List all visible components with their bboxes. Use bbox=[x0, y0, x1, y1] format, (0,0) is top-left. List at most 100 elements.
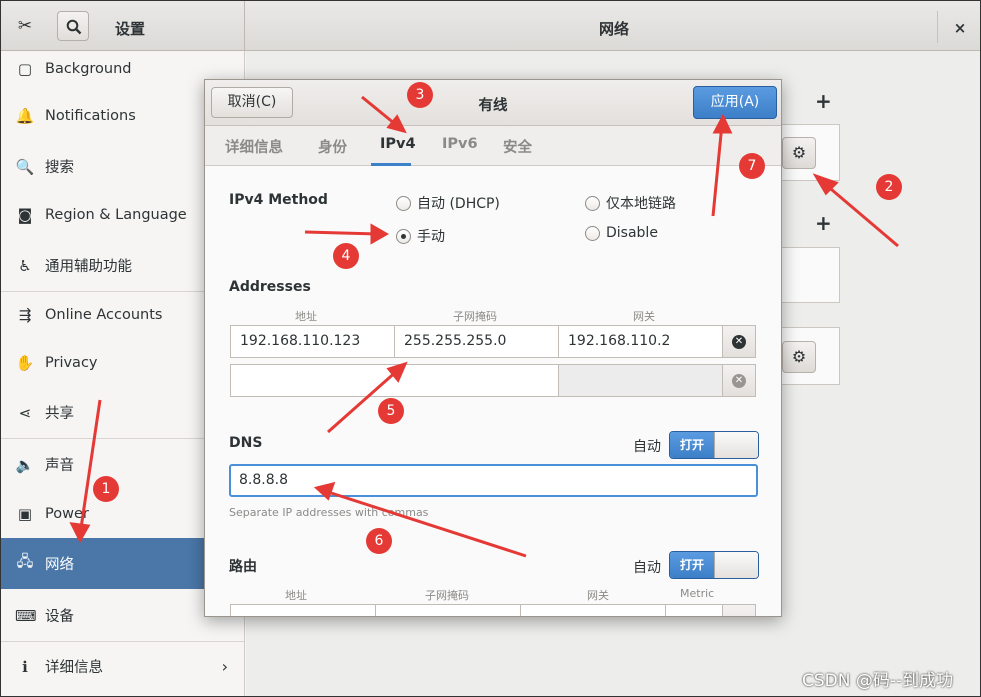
routes-label: 路由 bbox=[229, 559, 257, 575]
method-link-local-label: 仅本地链路 bbox=[606, 196, 676, 212]
column-netmask: 子网掩码 bbox=[453, 310, 497, 323]
wired-settings-dialog: 取消(C) 有线 应用(A) 详细信息 身份 IPv4 IPv6 安全 IPv4… bbox=[204, 79, 782, 617]
radio-dhcp[interactable] bbox=[396, 195, 411, 211]
sidebar-item-label: 网络 bbox=[45, 557, 74, 573]
dns-input[interactable]: 8.8.8.8 bbox=[229, 464, 758, 497]
watermark: CSDN @码--到成功 bbox=[802, 671, 954, 691]
sidebar-item-label: Region & Language bbox=[45, 206, 187, 223]
dns-hint: Separate IP addresses with commas bbox=[229, 506, 429, 519]
cancel-button[interactable]: 取消(C) bbox=[211, 87, 293, 118]
method-link-local[interactable]: 仅本地链路 bbox=[585, 193, 676, 213]
chevron-right-icon: › bbox=[221, 657, 228, 676]
route-column-address: 地址 bbox=[285, 589, 307, 602]
sidebar-item-label: Online Accounts bbox=[45, 306, 163, 323]
address-input[interactable] bbox=[230, 364, 560, 397]
sidebar-item-label: Privacy bbox=[45, 354, 98, 371]
dns-label: DNS bbox=[229, 435, 263, 451]
route-column-netmask: 子网掩码 bbox=[425, 589, 469, 602]
address-input[interactable]: 192.168.110.123 bbox=[230, 325, 395, 358]
route-metric-input[interactable] bbox=[665, 604, 723, 616]
hand-icon: ✋ bbox=[15, 353, 35, 372]
annotation-badge-5: 5 bbox=[378, 398, 404, 424]
ipv4-method-label: IPv4 Method bbox=[229, 192, 328, 208]
switch-on-label: 打开 bbox=[670, 432, 714, 458]
annotation-badge-2: 2 bbox=[876, 174, 902, 200]
method-disable[interactable]: Disable bbox=[585, 225, 658, 241]
sidebar-item-label: 详细信息 bbox=[45, 660, 103, 676]
sidebar-item-label: 搜索 bbox=[45, 160, 74, 176]
sidebar-item-details[interactable]: ℹ 详细信息 › bbox=[1, 642, 244, 691]
dns-auto-switch[interactable]: 打开 bbox=[669, 431, 759, 459]
gateway-input[interactable] bbox=[558, 364, 723, 397]
routes-auto-switch[interactable]: 打开 bbox=[669, 551, 759, 579]
sidebar-item-label: 设备 bbox=[45, 609, 74, 625]
column-address: 地址 bbox=[295, 310, 317, 323]
annotation-badge-7: 7 bbox=[739, 153, 765, 179]
settings-window: ✂ 设置 网络 × ▢ Background 🔔 Notifications 🔍… bbox=[0, 0, 981, 697]
dialog-header: 取消(C) 有线 应用(A) bbox=[205, 80, 781, 126]
delete-icon: ✕ bbox=[732, 374, 746, 388]
active-tab-indicator bbox=[371, 163, 411, 166]
annotation-badge-3: 3 bbox=[407, 82, 433, 108]
method-manual[interactable]: 手动 bbox=[396, 226, 445, 246]
background-icon: ▢ bbox=[17, 59, 33, 78]
share-icon: ⋖ bbox=[18, 403, 32, 422]
search-icon bbox=[66, 19, 82, 35]
annotation-badge-6: 6 bbox=[366, 528, 392, 554]
sidebar-item-label: 声音 bbox=[45, 458, 74, 474]
panel-title: 网络 bbox=[598, 20, 629, 38]
radio-disable[interactable] bbox=[585, 225, 600, 241]
sidebar-item-label: 共享 bbox=[45, 406, 74, 422]
sidebar-item-label: 通用辅助功能 bbox=[45, 259, 132, 275]
switch-knob bbox=[714, 432, 758, 458]
delete-route-button[interactable] bbox=[722, 604, 756, 616]
delete-icon: ✕ bbox=[732, 335, 746, 349]
switch-knob bbox=[714, 552, 758, 578]
route-address-input[interactable] bbox=[230, 604, 376, 616]
search-button[interactable] bbox=[57, 11, 89, 41]
route-netmask-input[interactable] bbox=[375, 604, 521, 616]
delete-address-button[interactable]: ✕ bbox=[722, 364, 756, 397]
column-gateway: 网关 bbox=[633, 310, 655, 323]
gear-icon[interactable]: ⚙ bbox=[782, 137, 816, 169]
accessibility-icon: ♿ bbox=[18, 256, 32, 275]
tools-icon: ✂ bbox=[17, 16, 33, 36]
route-gateway-input[interactable] bbox=[520, 604, 666, 616]
sidebar-item-label: Background bbox=[45, 60, 132, 77]
netmask-input[interactable]: 255.255.255.0 bbox=[394, 325, 559, 358]
tab-identity[interactable]: 身份 bbox=[318, 136, 347, 157]
keyboard-icon: ⌨ bbox=[15, 606, 37, 625]
add-connection-icon[interactable]: + bbox=[815, 89, 832, 113]
bell-icon: 🔔 bbox=[15, 106, 35, 125]
tab-security[interactable]: 安全 bbox=[503, 136, 532, 157]
network-icon: 🖧 bbox=[16, 552, 34, 570]
sidebar-item-label: Power bbox=[45, 505, 89, 522]
tab-details[interactable]: 详细信息 bbox=[225, 136, 283, 157]
radio-link-local[interactable] bbox=[585, 195, 600, 211]
info-icon: ℹ bbox=[22, 657, 28, 676]
annotation-badge-1: 1 bbox=[93, 476, 119, 502]
dialog-title: 有线 bbox=[478, 98, 508, 114]
close-button[interactable]: × bbox=[950, 18, 970, 38]
method-disable-label: Disable bbox=[606, 225, 658, 241]
sidebar-item-label: Notifications bbox=[45, 107, 136, 124]
method-dhcp-label: 自动 (DHCP) bbox=[417, 196, 500, 212]
gear-icon[interactable]: ⚙ bbox=[782, 341, 816, 373]
search-icon: 🔍 bbox=[15, 157, 35, 176]
switch-on-label: 打开 bbox=[670, 552, 714, 578]
radio-manual[interactable] bbox=[396, 228, 411, 244]
power-icon: ▣ bbox=[17, 504, 33, 523]
speaker-icon: 🔈 bbox=[15, 455, 35, 474]
route-column-metric: Metric bbox=[680, 587, 715, 600]
add-vpn-icon[interactable]: + bbox=[815, 211, 832, 235]
delete-address-button[interactable]: ✕ bbox=[722, 325, 756, 358]
method-dhcp[interactable]: 自动 (DHCP) bbox=[396, 193, 500, 213]
dialog-tabs: 详细信息 身份 IPv4 IPv6 安全 bbox=[205, 126, 781, 166]
gateway-input[interactable]: 192.168.110.2 bbox=[558, 325, 723, 358]
annotation-badge-4: 4 bbox=[333, 243, 359, 269]
tab-ipv6[interactable]: IPv6 bbox=[442, 136, 478, 152]
addresses-label: Addresses bbox=[229, 279, 311, 295]
dns-auto-label: 自动 bbox=[633, 439, 661, 455]
tab-ipv4[interactable]: IPv4 bbox=[380, 136, 416, 152]
apply-button[interactable]: 应用(A) bbox=[693, 86, 777, 119]
